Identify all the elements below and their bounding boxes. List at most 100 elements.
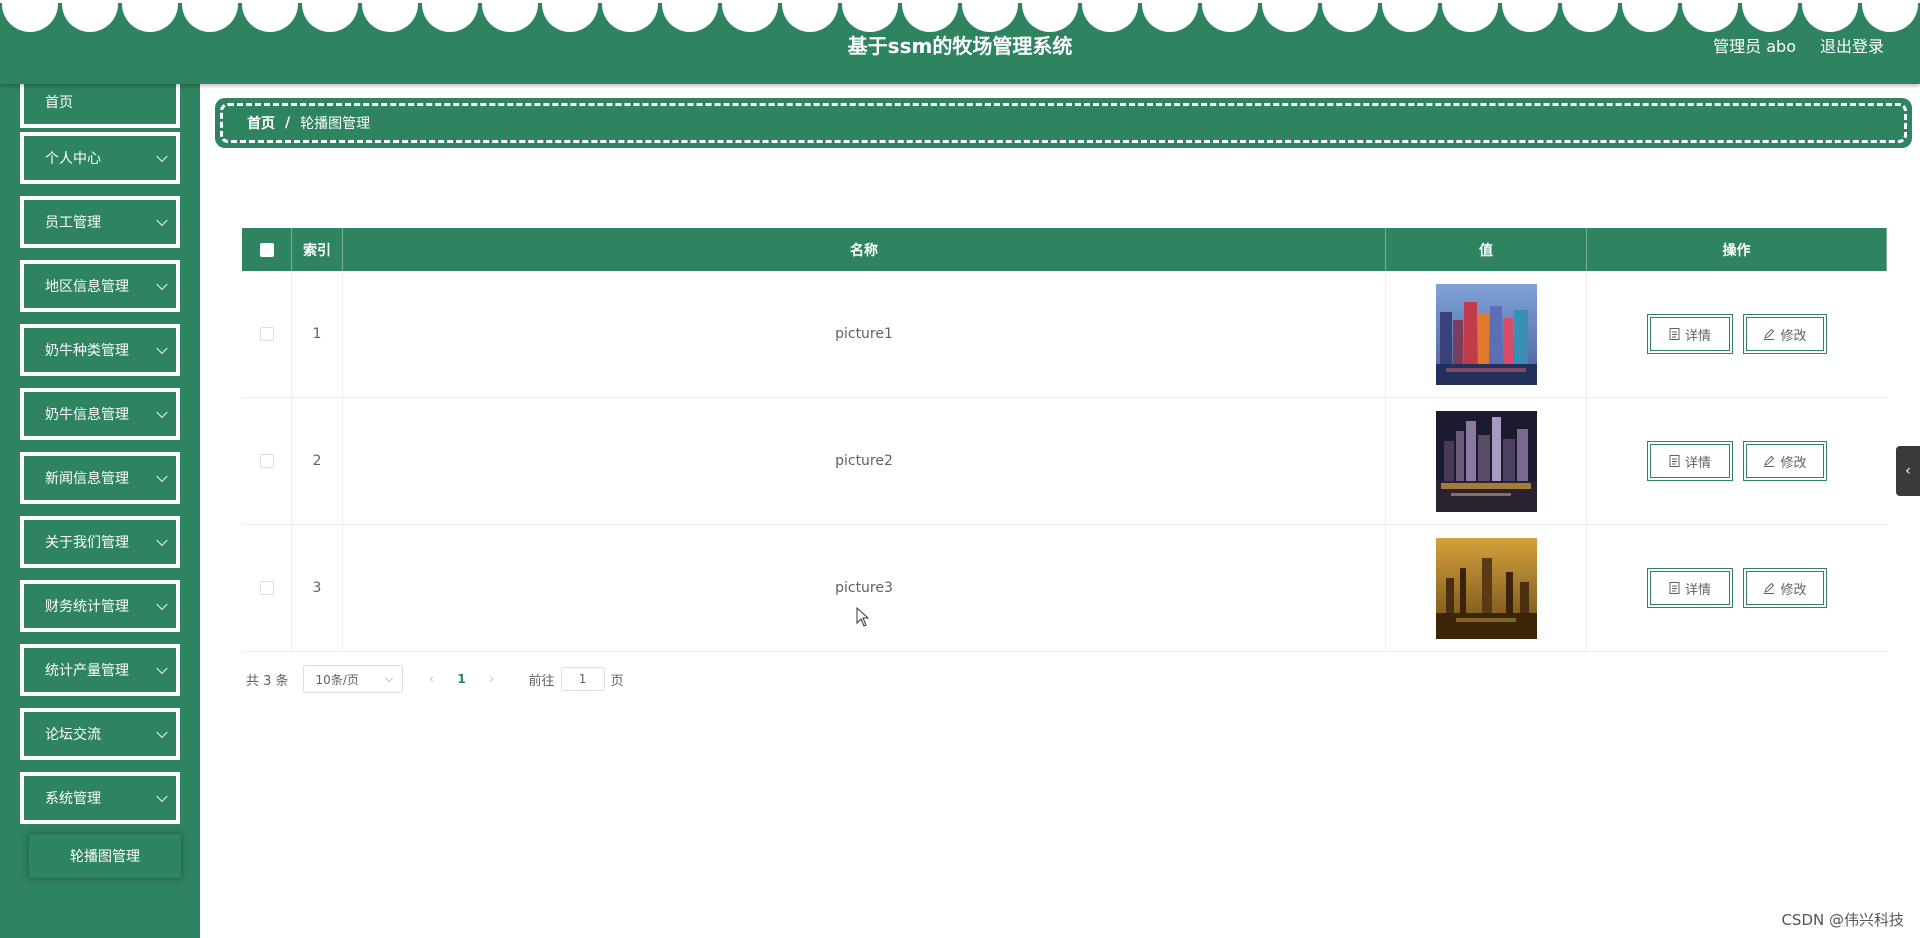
sidebar-item-forum[interactable]: 论坛交流 (20, 708, 180, 760)
sidebar-item-staff[interactable]: 员工管理 (20, 196, 180, 248)
sidebar-item-label: 奶牛信息管理 (45, 407, 129, 423)
sidebar-item-label: 奶牛种类管理 (45, 343, 129, 359)
goto-page-input[interactable] (560, 667, 605, 691)
sidebar-item-label: 财务统计管理 (45, 599, 129, 615)
app-title: 基于ssm的牧场管理系统 (847, 34, 1073, 58)
sidebar-item-finance[interactable]: 财务统计管理 (20, 580, 180, 632)
chevron-down-icon (156, 278, 168, 291)
row-index: 1 (292, 271, 343, 397)
watermark: CSDN @伟兴科技 (1781, 911, 1904, 929)
sidebar-item-cow-info[interactable]: 奶牛信息管理 (20, 388, 180, 440)
collapse-toggle-button[interactable]: ‹ (1896, 446, 1920, 496)
sidebar-item-label: 系统管理 (45, 791, 101, 807)
carousel-thumbnail-city-colorful[interactable] (1435, 283, 1537, 385)
edit-pencil-icon (1764, 455, 1775, 467)
row-checkbox[interactable] (259, 454, 274, 468)
detail-button[interactable]: 详情 (1647, 314, 1733, 354)
page-suffix: 页 (610, 673, 624, 689)
mouse-cursor-icon (856, 607, 870, 627)
sidebar-item-label: 论坛交流 (45, 727, 101, 743)
sidebar-item-label: 个人中心 (45, 151, 101, 167)
sidebar-item-label: 地区信息管理 (45, 279, 129, 295)
breadcrumb: 首页 / 轮播图管理 (220, 103, 1907, 143)
row-index: 3 (292, 525, 343, 651)
chevron-down-icon (156, 726, 168, 739)
breadcrumb-bar: 首页 / 轮播图管理 (215, 98, 1912, 148)
chevron-down-icon (384, 673, 393, 683)
sidebar-item-news[interactable]: 新闻信息管理 (20, 452, 180, 504)
chevron-down-icon (156, 406, 168, 419)
chevron-left-icon: ‹ (1905, 463, 1911, 479)
page-size-select[interactable]: 10条/页 (302, 665, 403, 693)
sidebar-item-region[interactable]: 地区信息管理 (20, 260, 180, 312)
chevron-down-icon (156, 150, 168, 163)
detail-label: 详情 (1684, 582, 1711, 598)
sidebar-item-about[interactable]: 关于我们管理 (20, 516, 180, 568)
sidebar-subitem-carousel[interactable]: 轮播图管理 (29, 834, 181, 878)
edit-label: 修改 (1780, 455, 1807, 471)
row-checkbox[interactable] (259, 581, 274, 595)
detail-label: 详情 (1684, 328, 1711, 344)
edit-label: 修改 (1780, 582, 1807, 598)
edit-pencil-icon (1764, 582, 1775, 594)
column-header-name: 名称 (343, 228, 1386, 271)
header-user-area: 管理员 abo 退出登录 (1713, 33, 1884, 57)
row-name: picture1 (343, 271, 1386, 397)
chevron-down-icon (156, 342, 168, 355)
table-header: 索引 名称 值 操作 (242, 228, 1887, 271)
row-checkbox[interactable] (259, 327, 274, 341)
edit-pencil-icon (1764, 328, 1775, 340)
edit-button[interactable]: 修改 (1743, 314, 1827, 354)
chevron-down-icon (156, 598, 168, 611)
pagination: 共 3 条 10条/页 ‹ 1 › 前往 页 (246, 665, 624, 693)
sidebar-item-home[interactable]: 首页 (20, 84, 180, 128)
document-icon (1669, 455, 1680, 467)
document-icon (1669, 582, 1680, 594)
carousel-table: 索引 名称 值 操作 1 picture1 详情 修改 2 picture2 详… (242, 228, 1887, 652)
detail-button[interactable]: 详情 (1647, 568, 1733, 608)
chevron-down-icon (156, 534, 168, 547)
row-index: 2 (292, 398, 343, 524)
detail-label: 详情 (1684, 455, 1711, 471)
prev-page-button[interactable]: ‹ (417, 672, 447, 687)
column-header-value: 值 (1386, 228, 1587, 271)
breadcrumb-current: 轮播图管理 (300, 116, 371, 132)
column-header-index: 索引 (292, 228, 343, 271)
chevron-down-icon (156, 790, 168, 803)
row-name: picture3 (343, 525, 1386, 651)
pagination-total: 共 3 条 (246, 673, 289, 689)
scallop-decoration (0, 0, 1920, 32)
sidebar-item-label: 新闻信息管理 (45, 471, 129, 487)
breadcrumb-separator: / (285, 115, 291, 131)
sidebar-item-label: 关于我们管理 (45, 535, 129, 551)
sidebar-item-cow-type[interactable]: 奶牛种类管理 (20, 324, 180, 376)
row-name: picture2 (343, 398, 1386, 524)
sidebar-item-label: 统计产量管理 (45, 663, 129, 679)
logout-button[interactable]: 退出登录 (1820, 33, 1884, 57)
goto-label: 前往 (528, 673, 555, 689)
select-all-checkbox[interactable] (259, 242, 274, 257)
breadcrumb-home[interactable]: 首页 (247, 113, 275, 133)
table-row: 2 picture2 详情 修改 (242, 398, 1887, 525)
sidebar-item-personal-center[interactable]: 个人中心 (20, 132, 180, 184)
top-header: 基于ssm的牧场管理系统 管理员 abo 退出登录 (0, 0, 1920, 84)
table-row: 3 picture3 详情 修改 (242, 525, 1887, 652)
sidebar-item-production[interactable]: 统计产量管理 (20, 644, 180, 696)
next-page-button[interactable]: › (477, 672, 507, 687)
chevron-down-icon (156, 214, 168, 227)
chevron-down-icon (156, 662, 168, 675)
carousel-thumbnail-city-night[interactable] (1435, 410, 1537, 512)
user-label: 管理员 abo (1713, 37, 1796, 56)
sidebar-item-label: 首页 (45, 95, 73, 111)
detail-button[interactable]: 详情 (1647, 441, 1733, 481)
edit-button[interactable]: 修改 (1743, 568, 1827, 608)
column-header-ops: 操作 (1587, 228, 1887, 271)
chevron-down-icon (156, 470, 168, 483)
page-number-current[interactable]: 1 (447, 672, 477, 686)
edit-button[interactable]: 修改 (1743, 441, 1827, 481)
sidebar: 首页 个人中心 员工管理 地区信息管理 奶牛种类管理 奶牛信息管理 新闻信息管理… (0, 84, 200, 938)
sidebar-item-system[interactable]: 系统管理 (20, 772, 180, 824)
document-icon (1669, 328, 1680, 340)
carousel-thumbnail-city-golden[interactable] (1435, 537, 1537, 639)
table-row: 1 picture1 详情 修改 (242, 271, 1887, 398)
